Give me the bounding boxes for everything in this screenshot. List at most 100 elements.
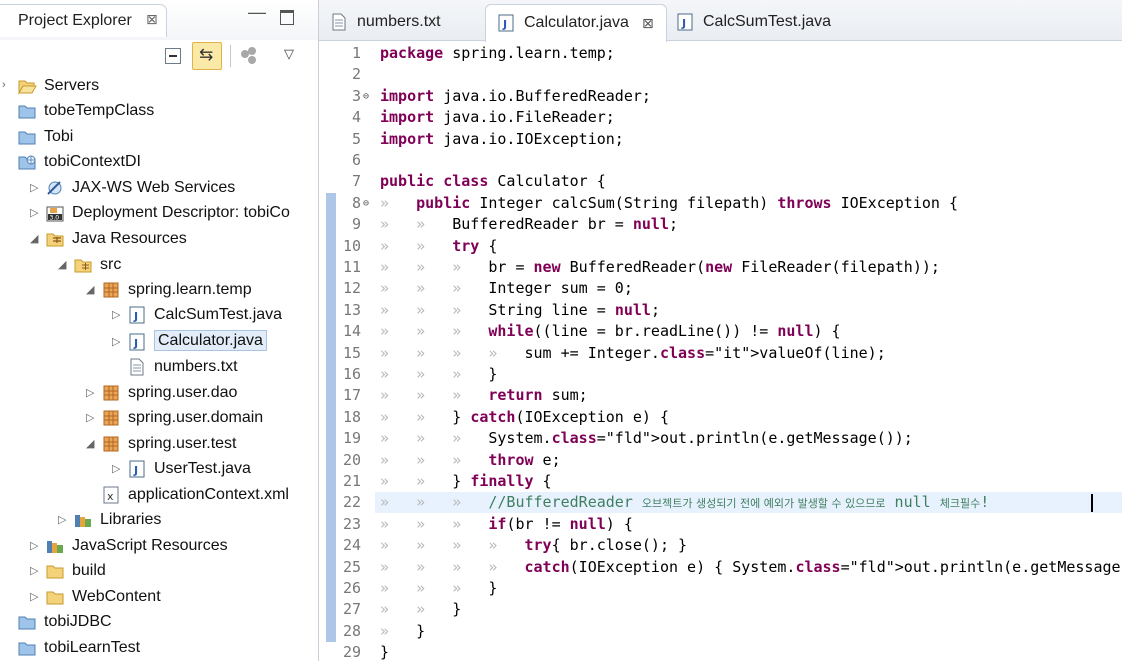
- maximize-icon[interactable]: [280, 10, 294, 25]
- close-tab-icon[interactable]: ⊠: [642, 15, 654, 32]
- filters-icon[interactable]: [241, 47, 265, 67]
- tree-item[interactable]: ▷ build: [0, 558, 318, 583]
- code-line: import java.io.BufferedReader;: [380, 86, 651, 105]
- code-line: » » » » sum += Integer.class="it">valueO…: [380, 343, 886, 362]
- tree-item-label: build: [72, 562, 106, 579]
- expanded-arrow-icon[interactable]: ◢: [86, 283, 94, 296]
- tab-label: Calculator.java: [524, 14, 629, 31]
- close-view-icon[interactable]: ⊠: [146, 11, 158, 28]
- tree-item[interactable]: ◢ spring.user.test: [0, 431, 318, 456]
- fold-collapse-icon[interactable]: ⊖: [363, 86, 373, 107]
- tree-item[interactable]: › Servers: [0, 73, 318, 98]
- tab-calcsumtest-java[interactable]: J CalcSumTest.java: [665, 4, 843, 39]
- tree-item-label: UserTest.java: [154, 460, 251, 477]
- collapsed-arrow-icon[interactable]: ▷: [30, 539, 38, 552]
- folder-icon: [45, 587, 65, 607]
- tree-item-label: Calculator.java: [154, 330, 267, 351]
- expanded-arrow-icon[interactable]: ◢: [30, 232, 38, 245]
- svg-text:x: x: [107, 490, 114, 503]
- tree-item[interactable]: ▷ 3.0 Deployment Descriptor: tobiCo: [0, 200, 318, 225]
- tree-item-label: tobiLearnTest: [44, 639, 141, 656]
- tree-item[interactable]: tobiContextDI: [0, 149, 318, 174]
- fold-collapse-icon[interactable]: ⊖: [363, 193, 373, 214]
- collapsed-arrow-icon[interactable]: ▷: [112, 308, 120, 321]
- tree-item-label: tobeTempClass: [44, 102, 155, 119]
- editor-tab-bar: numbers.txt J Calculator.java ⊠ J CalcSu…: [319, 0, 1122, 42]
- library-icon: [73, 510, 93, 530]
- collapsed-arrow-icon[interactable]: ▷: [30, 181, 38, 194]
- expanded-arrow-icon[interactable]: ◢: [86, 437, 94, 450]
- tree-item[interactable]: ◢ Java Resources: [0, 226, 318, 251]
- line-number: 4: [351, 108, 361, 127]
- collapsed-arrow-icon[interactable]: ▷: [30, 590, 38, 603]
- change-ruler-bar: [326, 192, 336, 643]
- tree-item-label: JAX-WS Web Services: [72, 179, 236, 196]
- code-line: » » » while((line = br.readLine()) != nu…: [380, 322, 841, 341]
- tree-item[interactable]: ▷ J CalcSumTest.java: [0, 302, 318, 327]
- tree-item-label: spring.learn.temp: [128, 281, 252, 298]
- tree-item[interactable]: ▷ JavaScript Resources: [0, 533, 318, 558]
- expanded-arrow-icon[interactable]: ◢: [58, 258, 66, 271]
- line-number: 6: [351, 151, 361, 169]
- tree-item[interactable]: ◢ spring.learn.temp: [0, 277, 318, 302]
- tree-item[interactable]: ▷ WebContent: [0, 584, 318, 609]
- tree-item[interactable]: ▷ spring.user.domain: [0, 405, 318, 430]
- code-line: » » » }: [380, 365, 498, 383]
- tab-numbers-txt[interactable]: numbers.txt: [319, 4, 481, 39]
- code-line: » » BufferedReader br = null;: [380, 215, 679, 234]
- svg-text:J: J: [502, 18, 507, 31]
- tree-item-label: tobiContextDI: [44, 153, 141, 170]
- web-project-icon: [17, 152, 37, 172]
- tree-item[interactable]: numbers.txt: [0, 354, 318, 379]
- code-line: » » » throw e;: [380, 450, 561, 469]
- tree-item[interactable]: ▷ Libraries: [0, 507, 318, 532]
- toolbar-separator: [230, 45, 231, 67]
- collapsed-arrow-icon[interactable]: ▷: [86, 411, 94, 424]
- tree-item[interactable]: tobiLearnTest: [0, 635, 318, 660]
- code-line: » public Integer calcSum(String filepath…: [380, 193, 958, 212]
- tree-item-label: spring.user.domain: [128, 409, 264, 426]
- collapsed-arrow-icon[interactable]: ▷: [86, 386, 94, 399]
- tree-item[interactable]: ▷ J UserTest.java: [0, 456, 318, 481]
- code-line: » » » » try{ br.close(); }: [380, 536, 688, 555]
- tree-item[interactable]: ▷ J Calculator.java: [0, 329, 318, 354]
- java-file-icon: J: [127, 305, 147, 325]
- tree-item-label: JavaScript Resources: [72, 537, 228, 554]
- svg-text:J: J: [681, 17, 686, 30]
- tree-item[interactable]: tobeTempClass: [0, 98, 318, 123]
- tree-item[interactable]: x applicationContext.xml: [0, 482, 318, 507]
- tree-item[interactable]: Tobi: [0, 124, 318, 149]
- view-menu-chevron-down-icon[interactable]: ▽: [284, 46, 294, 62]
- code-line: import java.io.IOException;: [380, 129, 624, 148]
- tab-calculator-java[interactable]: J Calculator.java ⊠: [485, 4, 667, 42]
- collapsed-arrow-icon[interactable]: ▷: [30, 564, 38, 577]
- collapsed-arrow-icon[interactable]: ▷: [30, 206, 38, 219]
- code-line: » » » }: [380, 579, 498, 597]
- code-line: package spring.learn.temp;: [380, 44, 615, 62]
- code-line: public class Calculator {: [380, 172, 606, 191]
- collapsed-arrow-icon[interactable]: ▷: [112, 335, 120, 348]
- text-file-icon: [332, 13, 346, 31]
- tree-item[interactable]: ▷ JAX-WS Web Services: [0, 175, 318, 200]
- collapsed-arrow-icon[interactable]: ▷: [112, 462, 120, 475]
- line-number: 3: [351, 86, 361, 105]
- code-line: » » » return sum;: [380, 386, 588, 405]
- java-file-icon: J: [498, 14, 514, 32]
- tree-item[interactable]: tobiJDBC: [0, 609, 318, 634]
- code-line: » » » //BufferedReader 오브젝트가 생성되기 전에 예외가…: [380, 493, 990, 512]
- link-with-editor-icon[interactable]: ⇆: [192, 42, 222, 70]
- code-line: » » } finally {: [380, 472, 552, 490]
- code-editor[interactable]: 1 package spring.learn.temp; 2 3 ⊖ import jav…: [319, 41, 1122, 661]
- tree-item-label: Tobi: [44, 128, 74, 145]
- tree-item[interactable]: ▷ spring.user.dao: [0, 380, 318, 405]
- java-file-icon: J: [127, 459, 147, 479]
- svg-text:3.0: 3.0: [50, 215, 60, 222]
- collapse-all-icon[interactable]: [165, 48, 181, 64]
- minimize-icon[interactable]: ―: [248, 2, 266, 23]
- tree-item-label: tobiJDBC: [44, 613, 112, 630]
- tree-item[interactable]: ◢ src: [0, 252, 318, 277]
- collapsed-arrow-icon[interactable]: ▷: [58, 513, 66, 526]
- collapsed-arrow-icon[interactable]: ›: [2, 79, 6, 91]
- tree-item-label: numbers.txt: [154, 358, 238, 375]
- tree-item-label: WebContent: [72, 588, 161, 605]
